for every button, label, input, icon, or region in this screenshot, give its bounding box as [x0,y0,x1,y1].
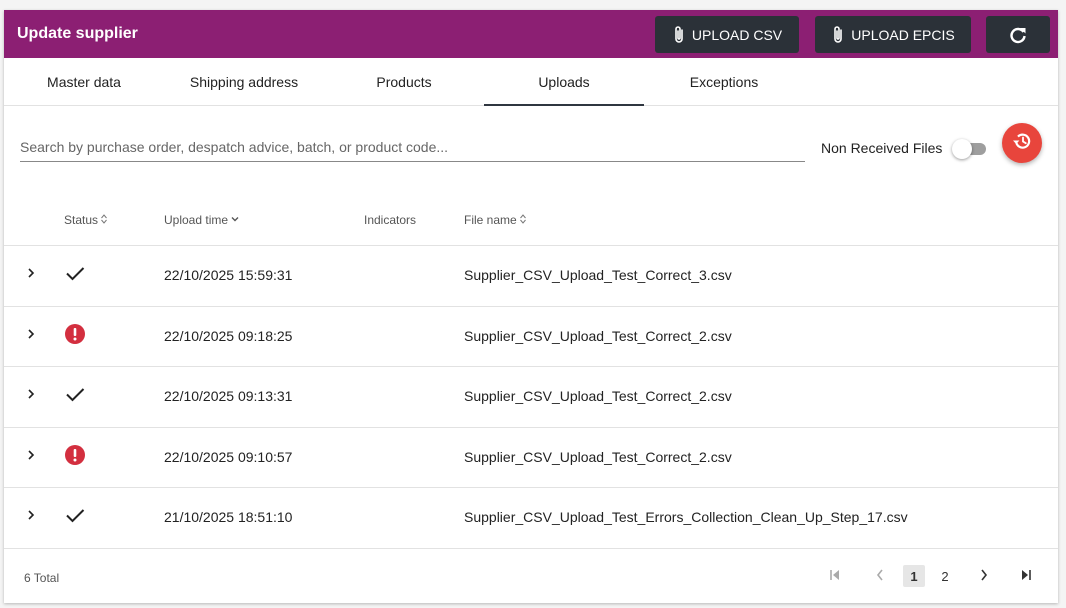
column-status[interactable]: Status [64,213,107,227]
non-received-files-label: Non Received Files [821,140,943,156]
last-page-button[interactable] [1015,565,1037,587]
first-page-icon [828,568,842,585]
error-icon [64,323,86,345]
chevron-right-icon [24,509,38,525]
check-icon [64,383,86,405]
table-footer: 6 Total 1 2 [4,547,1058,603]
column-upload-time-label: Upload time [164,213,229,227]
upload-time-cell: 22/10/2025 09:18:25 [164,327,293,344]
tab-bar: Master data Shipping address Products Up… [4,58,1058,106]
sort-descending-icon [231,213,239,227]
refresh-icon [1008,25,1028,45]
check-icon [64,262,86,284]
upload-epcis-button[interactable]: UPLOAD EPCIS [815,16,971,53]
paperclip-icon [831,25,845,45]
expand-row-button[interactable] [24,387,38,401]
table-header: Status Upload time Indicators File name [4,200,1058,246]
table-row[interactable]: 22/10/2025 09:18:25 Supplier_CSV_Upload_T… [4,307,1058,367]
file-name-cell: Supplier_CSV_Upload_Test_Correct_3.csv [464,267,732,283]
expand-row-button[interactable] [24,508,38,522]
table-row[interactable]: 21/10/2025 18:51:10 Supplier_CSV_Upload_T… [4,488,1058,549]
history-icon [1011,130,1033,157]
chevron-right-icon [24,388,38,404]
column-file-name[interactable]: File name [464,213,526,227]
refresh-button[interactable] [986,16,1050,53]
sort-icon [101,213,107,227]
file-name-cell: Supplier_CSV_Upload_Test_Correct_2.csv [464,388,732,404]
upload-time-cell: 21/10/2025 18:51:10 [164,509,293,525]
check-icon [64,504,86,526]
file-name-cell: Supplier_CSV_Upload_Test_Errors_Collecti… [464,509,908,525]
table-row[interactable]: 22/10/2025 09:10:57 Supplier_CSV_Upload_T… [4,428,1058,488]
upload-time-cell: 22/10/2025 09:13:31 [164,388,293,404]
chevron-right-icon [979,568,989,585]
history-button[interactable] [1002,123,1042,163]
column-indicators: Indicators [364,213,416,227]
tab-master-data[interactable]: Master data [4,58,164,106]
column-indicators-label: Indicators [364,213,417,227]
last-page-icon [1019,568,1033,585]
chevron-right-icon [24,328,38,344]
upload-csv-label: UPLOAD CSV [691,26,783,43]
tab-shipping-address[interactable]: Shipping address [164,58,324,106]
panel-header: Update supplier UPLOAD CSV UPLOAD EPCIS [4,10,1058,58]
previous-page-button[interactable] [869,565,891,587]
toggle-knob [952,139,972,159]
tab-exceptions[interactable]: Exceptions [644,58,804,106]
chevron-right-icon [24,449,38,465]
tab-uploads[interactable]: Uploads [484,58,644,106]
expand-row-button[interactable] [24,448,38,462]
error-icon [64,444,86,466]
upload-csv-button[interactable]: UPLOAD CSV [655,16,799,53]
upload-time-cell: 22/10/2025 15:59:31 [164,267,293,283]
upload-time-cell: 22/10/2025 09:10:57 [164,448,293,465]
search-input[interactable] [20,136,805,162]
next-page-button[interactable] [973,565,995,587]
upload-epcis-label: UPLOAD EPCIS [851,26,955,43]
expand-row-button[interactable] [24,266,38,280]
first-page-button[interactable] [824,565,846,587]
file-name-cell: Supplier_CSV_Upload_Test_Correct_2.csv [464,448,732,465]
total-count: 6 Total [24,571,60,585]
chevron-left-icon [875,568,885,585]
tab-products[interactable]: Products [324,58,484,106]
table-row[interactable]: 22/10/2025 09:13:31 Supplier_CSV_Upload_T… [4,367,1058,428]
table-row[interactable]: 22/10/2025 15:59:31 Supplier_CSV_Upload_T… [4,246,1058,307]
file-name-cell: Supplier_CSV_Upload_Test_Correct_2.csv [464,327,732,344]
sort-icon [519,213,526,227]
paperclip-icon [672,25,686,45]
expand-row-button[interactable] [24,327,38,341]
column-upload-time[interactable]: Upload time [164,213,239,227]
column-file-name-label: File name [464,213,517,227]
page-title: Update supplier [17,25,138,42]
column-status-label: Status [64,213,99,227]
update-supplier-panel: Update supplier UPLOAD CSV UPLOAD EPCIS … [4,10,1058,603]
non-received-files-toggle[interactable] [952,139,986,159]
page-2-button[interactable]: 2 [934,565,956,587]
page-1-button[interactable]: 1 [903,565,925,587]
chevron-right-icon [24,267,38,283]
